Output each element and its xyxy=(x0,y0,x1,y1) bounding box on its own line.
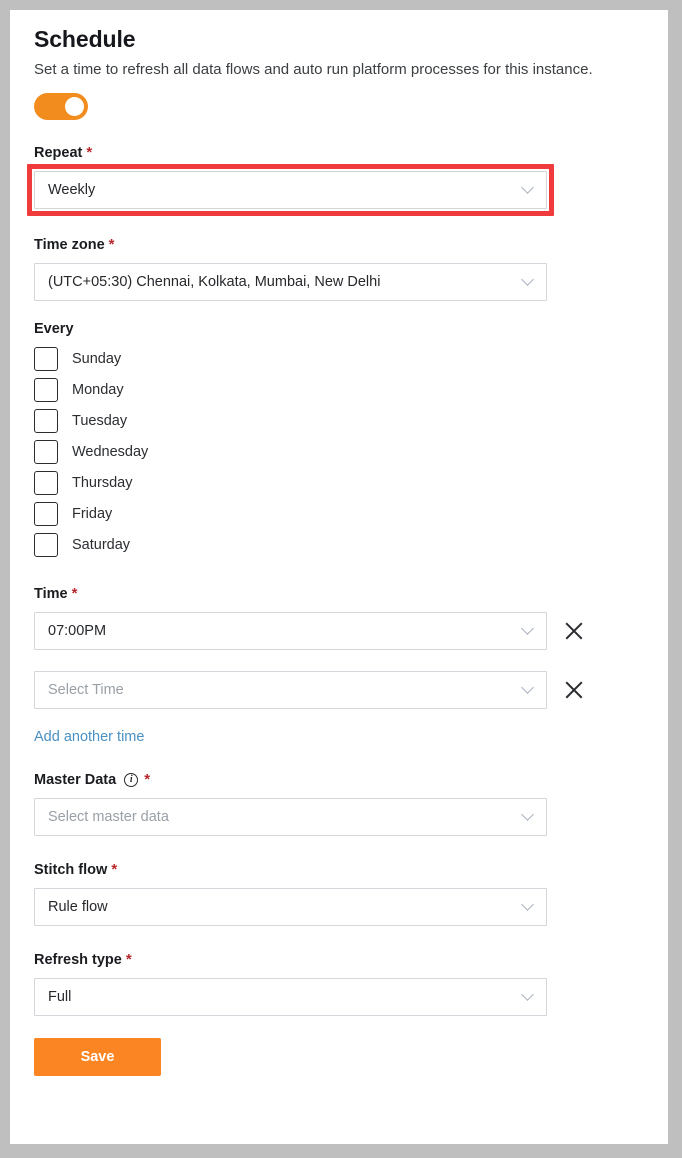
repeat-label-text: Repeat xyxy=(34,145,83,161)
refresh-type-select[interactable]: Full xyxy=(34,978,547,1016)
master-data-label: Master Data * xyxy=(34,770,644,790)
master-data-label-text: Master Data xyxy=(34,772,117,788)
time-label-text: Time xyxy=(34,586,68,602)
time-row-2: Select Time xyxy=(34,671,644,709)
chevron-down-icon xyxy=(523,624,534,635)
remove-time-2-button[interactable] xyxy=(561,677,587,703)
day-label-saturday: Saturday xyxy=(72,536,131,553)
day-label-sunday: Sunday xyxy=(72,350,122,367)
day-label-thursday: Thursday xyxy=(72,474,133,491)
checkbox-friday[interactable] xyxy=(34,501,58,526)
chevron-down-icon xyxy=(523,275,534,286)
toggle-knob xyxy=(65,97,84,116)
repeat-select[interactable]: Weekly xyxy=(34,171,547,209)
refresh-type-label-text: Refresh type xyxy=(34,952,122,968)
timezone-select-value: (UTC+05:30) Chennai, Kolkata, Mumbai, Ne… xyxy=(48,274,381,290)
stitch-flow-label-text: Stitch flow xyxy=(34,862,108,878)
day-checkbox-row-monday[interactable]: Monday xyxy=(34,374,644,405)
required-asterisk: * xyxy=(86,144,93,161)
day-checkbox-row-wednesday[interactable]: Wednesday xyxy=(34,436,644,467)
chevron-down-icon xyxy=(523,683,534,694)
timezone-label: Time zone * xyxy=(34,235,644,255)
stitch-flow-label: Stitch flow * xyxy=(34,860,644,880)
checkbox-wednesday[interactable] xyxy=(34,439,58,464)
refresh-type-label: Refresh type * xyxy=(34,950,644,970)
day-checkbox-row-tuesday[interactable]: Tuesday xyxy=(34,405,644,436)
refresh-type-field: Refresh type * Full xyxy=(34,950,644,1016)
repeat-select-wrap: Weekly xyxy=(27,164,644,216)
refresh-type-select-value: Full xyxy=(48,989,72,1005)
page-title: Schedule xyxy=(34,26,136,52)
chevron-down-icon xyxy=(523,990,534,1001)
required-asterisk: * xyxy=(144,771,151,788)
stitch-flow-select-value: Rule flow xyxy=(48,899,108,915)
time-label: Time * xyxy=(34,584,644,604)
checkbox-thursday[interactable] xyxy=(34,470,58,495)
checkbox-saturday[interactable] xyxy=(34,532,58,557)
day-checkbox-row-thursday[interactable]: Thursday xyxy=(34,467,644,498)
schedule-panel: Schedule Set a time to refresh all data … xyxy=(10,10,668,1144)
day-checkbox-list: Sunday Monday Tuesday Wednesday Thursday… xyxy=(34,343,644,560)
required-asterisk: * xyxy=(125,951,132,968)
timezone-select[interactable]: (UTC+05:30) Chennai, Kolkata, Mumbai, Ne… xyxy=(34,263,547,301)
time-field: Time * 07:00PM Select Time Add another t… xyxy=(34,584,644,746)
page-subtitle: Set a time to refresh all data flows and… xyxy=(34,61,593,78)
day-checkbox-row-saturday[interactable]: Saturday xyxy=(34,529,644,560)
checkbox-monday[interactable] xyxy=(34,377,58,402)
remove-time-1-button[interactable] xyxy=(561,618,587,644)
time-select-1-value: 07:00PM xyxy=(48,623,107,639)
day-label-wednesday: Wednesday xyxy=(72,443,149,460)
chevron-down-icon xyxy=(523,183,534,194)
required-asterisk: * xyxy=(111,861,118,878)
schedule-enabled-toggle[interactable] xyxy=(34,93,88,120)
repeat-field: Repeat * Weekly xyxy=(27,143,644,216)
required-asterisk: * xyxy=(108,236,115,253)
add-another-time-link[interactable]: Add another time xyxy=(34,729,144,745)
time-select-1[interactable]: 07:00PM xyxy=(34,612,547,650)
checkbox-sunday[interactable] xyxy=(34,346,58,371)
time-select-2[interactable]: Select Time xyxy=(34,671,547,709)
master-data-field: Master Data * Select master data xyxy=(34,770,644,836)
chevron-down-icon xyxy=(523,810,534,821)
repeat-select-value: Weekly xyxy=(48,182,96,198)
save-button[interactable]: Save xyxy=(34,1038,161,1076)
master-data-select-value: Select master data xyxy=(48,809,169,825)
info-circle-icon[interactable] xyxy=(124,772,139,787)
master-data-select[interactable]: Select master data xyxy=(34,798,547,836)
day-label-friday: Friday xyxy=(72,505,113,522)
day-label-tuesday: Tuesday xyxy=(72,412,128,429)
stitch-flow-select[interactable]: Rule flow xyxy=(34,888,547,926)
schedule-toggle-wrap xyxy=(34,93,644,125)
repeat-label: Repeat * xyxy=(34,143,644,163)
day-checkbox-row-friday[interactable]: Friday xyxy=(34,498,644,529)
timezone-field: Time zone * (UTC+05:30) Chennai, Kolkata… xyxy=(34,235,644,301)
day-label-monday: Monday xyxy=(72,381,124,398)
chevron-down-icon xyxy=(523,900,534,911)
time-select-2-value: Select Time xyxy=(48,682,124,698)
checkbox-tuesday[interactable] xyxy=(34,408,58,433)
every-label: Every xyxy=(34,321,74,337)
timezone-label-text: Time zone xyxy=(34,237,105,253)
required-asterisk: * xyxy=(71,585,78,602)
time-row-1: 07:00PM xyxy=(34,612,644,650)
stitch-flow-field: Stitch flow * Rule flow xyxy=(34,860,644,926)
day-checkbox-row-sunday[interactable]: Sunday xyxy=(34,343,644,374)
